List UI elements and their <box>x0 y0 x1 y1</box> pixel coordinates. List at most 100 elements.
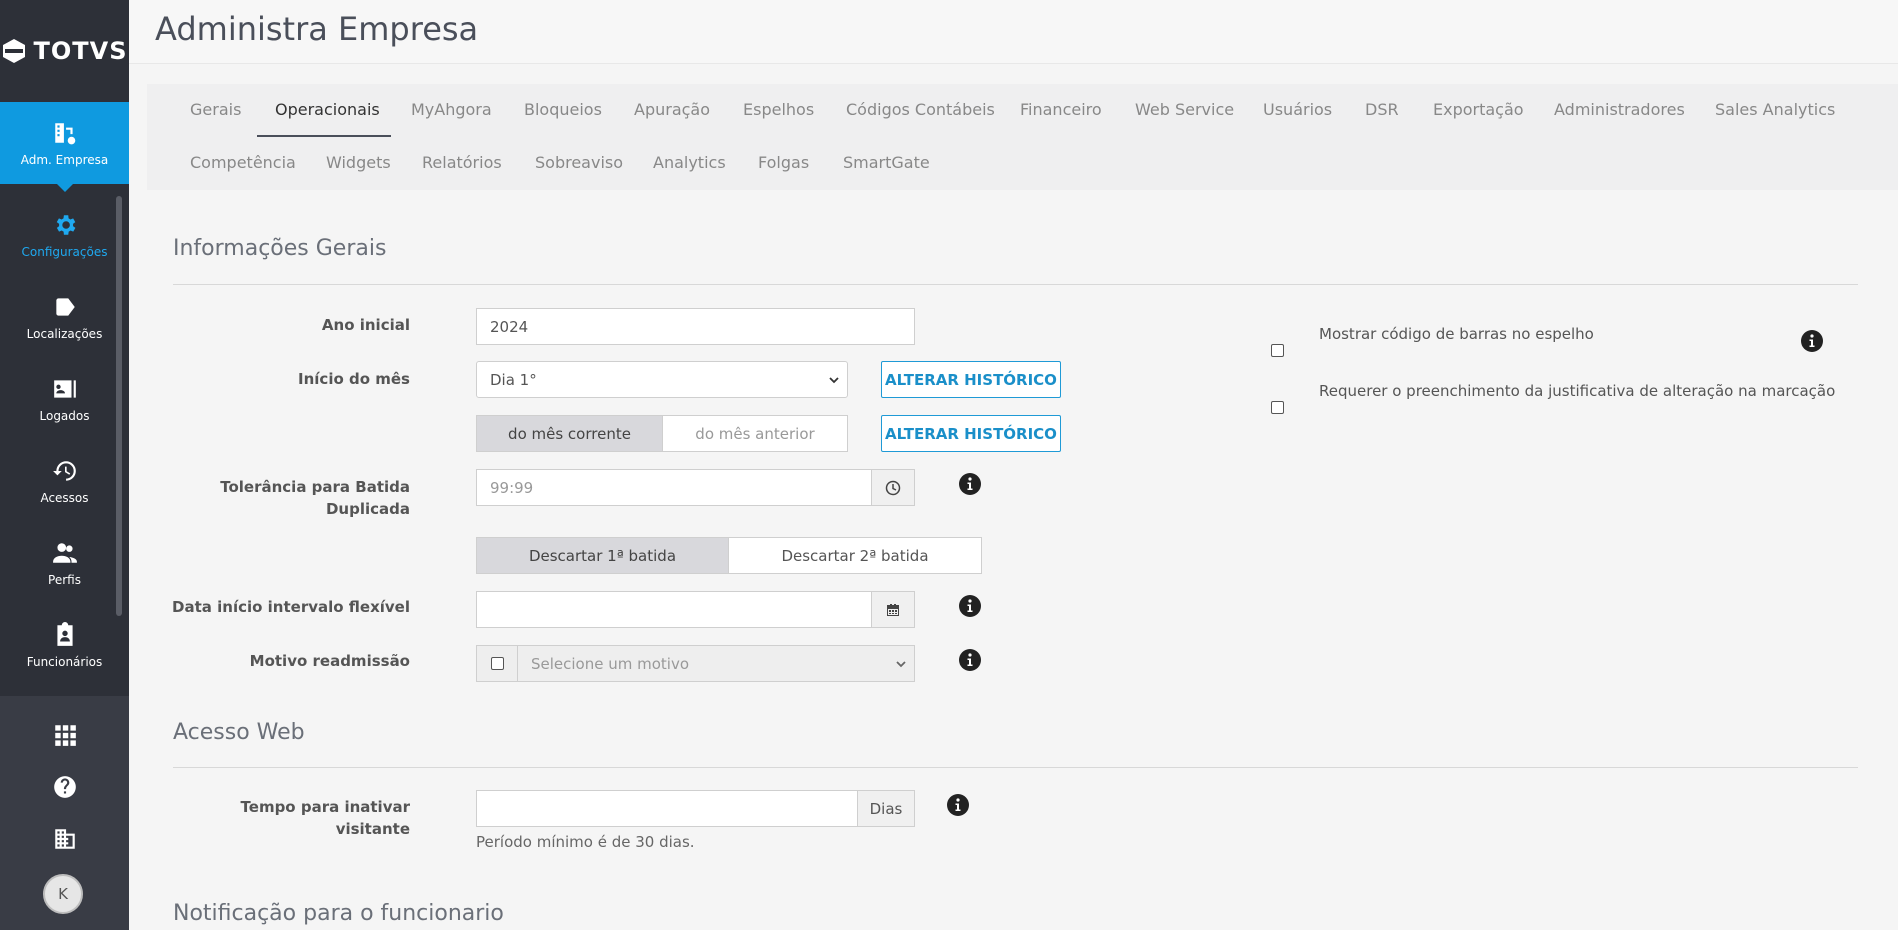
justificativa-checkbox[interactable] <box>1271 401 1284 414</box>
tab-bar: Gerais Operacionais MyAhgora Bloqueios A… <box>147 84 1898 190</box>
gear-icon <box>56 214 75 235</box>
page-header: Administra Empresa <box>129 0 1898 64</box>
tab-folgas[interactable]: Folgas <box>758 153 809 172</box>
sidebar-item-label: Configurações <box>21 244 108 259</box>
info-icon[interactable] <box>1801 330 1823 352</box>
help-icon <box>53 776 76 798</box>
clock-addon[interactable] <box>871 469 915 506</box>
sidebar: TOTVS Adm. Empresa Configurações Localiz… <box>0 0 129 930</box>
tab-bloqueios[interactable]: Bloqueios <box>524 100 602 119</box>
tab-web-service[interactable]: Web Service <box>1135 100 1234 119</box>
data-intervalo-input[interactable] <box>476 591 872 628</box>
inicio-mes-select[interactable]: Dia 1° <box>476 361 848 398</box>
tab-smartgate[interactable]: SmartGate <box>843 153 930 172</box>
sidebar-scrollbar[interactable] <box>116 196 122 616</box>
tempo-inativar-input[interactable] <box>476 790 858 827</box>
toggle-descartar-1[interactable]: Descartar 1ª batida <box>476 537 729 574</box>
justificativa-label: Requerer o preenchimento da justificativ… <box>1319 382 1836 400</box>
inicio-mes-label: Início do mês <box>298 370 410 388</box>
motivo-placeholder: Selecione um motivo <box>531 654 690 673</box>
apps-grid-button[interactable] <box>50 720 80 750</box>
tab-myahgora[interactable]: MyAhgora <box>411 100 492 119</box>
tab-usuarios[interactable]: Usuários <box>1263 100 1332 119</box>
tab-sales-analytics[interactable]: Sales Analytics <box>1715 100 1835 119</box>
alterar-historico-button-1[interactable]: ALTERAR HISTÓRICO <box>881 361 1061 398</box>
tab-sobreaviso[interactable]: Sobreaviso <box>535 153 623 172</box>
tab-relatorios[interactable]: Relatórios <box>422 153 502 172</box>
sidebar-bottom: K <box>0 696 129 930</box>
tolerancia-input[interactable]: 99:99 <box>476 469 872 506</box>
page-title: Administra Empresa <box>155 10 479 48</box>
dias-addon: Dias <box>857 790 915 827</box>
calendar-icon <box>887 603 899 616</box>
tab-competencia[interactable]: Competência <box>190 153 296 172</box>
data-intervalo-label: Data início intervalo flexível <box>172 598 410 616</box>
apps-grid-icon <box>54 725 76 746</box>
ano-inicial-input[interactable]: 2024 <box>476 308 915 345</box>
tolerancia-label-line2: Duplicada <box>325 500 410 518</box>
toggle-mes-anterior[interactable]: do mês anterior <box>662 415 848 452</box>
motivo-checkbox[interactable] <box>490 657 504 670</box>
sidebar-item-label: Acessos <box>40 490 89 505</box>
sidebar-item-configuracoes[interactable]: Configurações <box>0 194 129 276</box>
tab-gerais[interactable]: Gerais <box>190 100 241 119</box>
info-icon[interactable] <box>947 794 969 816</box>
tab-codigos-contabeis[interactable]: Códigos Contábeis <box>846 100 995 119</box>
clock-icon <box>885 480 901 495</box>
sidebar-item-label: Perfis <box>48 572 81 587</box>
info-icon[interactable] <box>959 649 981 671</box>
totvs-logo[interactable]: TOTVS <box>0 0 129 102</box>
toggle-mes-corrente[interactable]: do mês corrente <box>476 415 663 452</box>
main-card: Gerais Operacionais MyAhgora Bloqueios A… <box>147 84 1898 930</box>
tempo-inativar-label: Tempo para inativar visitante <box>240 798 410 838</box>
tag-icon <box>55 297 75 316</box>
brand-name: TOTVS <box>33 37 128 65</box>
building-icon <box>54 829 75 849</box>
sidebar-item-perfis[interactable]: Perfis <box>0 522 129 604</box>
tab-widgets[interactable]: Widgets <box>326 153 391 172</box>
tab-apuracao[interactable]: Apuração <box>634 100 710 119</box>
calendar-addon[interactable] <box>871 591 915 628</box>
sidebar-item-label: Funcionários <box>26 654 103 669</box>
info-icon[interactable] <box>959 595 981 617</box>
motivo-label: Motivo readmissão <box>249 652 410 670</box>
section-title-acesso-web: Acesso Web <box>173 720 305 745</box>
info-icon[interactable] <box>959 473 981 495</box>
tolerancia-label-line1: Tolerância para Batida <box>220 478 410 496</box>
section-title-informacoes-gerais: Informações Gerais <box>173 236 387 261</box>
tab-dsr[interactable]: DSR <box>1365 100 1399 119</box>
tab-espelhos[interactable]: Espelhos <box>743 100 814 119</box>
alterar-historico-button-2[interactable]: ALTERAR HISTÓRICO <box>881 415 1061 452</box>
tab-operacionais[interactable]: Operacionais <box>275 100 380 119</box>
section-divider <box>173 284 1858 285</box>
inicio-mes-value: Dia 1° <box>490 370 537 389</box>
id-card-icon <box>53 379 76 398</box>
help-button[interactable] <box>50 772 80 802</box>
users-icon <box>52 542 77 563</box>
sidebar-item-logados[interactable]: Logados <box>0 358 129 440</box>
tempo-inativar-help: Período mínimo é de 30 dias. <box>476 833 695 851</box>
building-settings-icon <box>54 122 75 144</box>
sidebar-item-label: Adm. Empresa <box>20 152 109 167</box>
tab-financeiro[interactable]: Financeiro <box>1020 100 1102 119</box>
ano-inicial-label: Ano inicial <box>321 316 410 334</box>
clipboard-user-icon <box>56 621 73 646</box>
sidebar-item-label: Localizações <box>26 326 103 341</box>
toggle-descartar-2[interactable]: Descartar 2ª batida <box>728 537 982 574</box>
tab-administradores[interactable]: Administradores <box>1554 100 1685 119</box>
building-button[interactable] <box>50 824 80 854</box>
sidebar-item-funcionarios[interactable]: Funcionários <box>0 604 129 686</box>
sidebar-item-adm-empresa[interactable]: Adm. Empresa <box>0 102 129 192</box>
tab-analytics[interactable]: Analytics <box>653 153 726 172</box>
avatar[interactable]: K <box>43 874 83 914</box>
section-divider <box>173 767 1858 768</box>
motivo-checkbox-addon <box>476 645 518 682</box>
codigo-barras-checkbox[interactable] <box>1271 344 1284 357</box>
sidebar-item-acessos[interactable]: Acessos <box>0 440 129 522</box>
active-tab-indicator <box>257 135 391 137</box>
totvs-logo-icon <box>3 39 26 63</box>
sidebar-item-localizacoes[interactable]: Localizações <box>0 276 129 358</box>
motivo-select[interactable]: Selecione um motivo <box>517 645 915 682</box>
tab-exportacao[interactable]: Exportação <box>1433 100 1524 119</box>
chevron-down-icon <box>896 660 906 667</box>
